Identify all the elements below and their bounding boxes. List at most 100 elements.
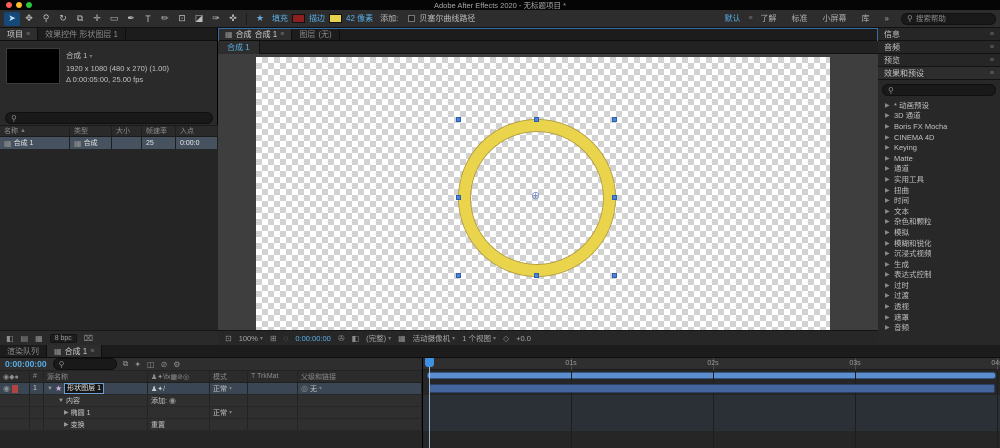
- zoom-control[interactable]: 100% ▾: [239, 334, 263, 343]
- camera-view-control[interactable]: 活动摄像机 ▾: [413, 333, 456, 344]
- effect-category[interactable]: ▶ Boris FX Mocha: [878, 121, 1000, 132]
- eraser-tool-icon[interactable]: ◪: [191, 12, 207, 26]
- workspace-tab-small-screen[interactable]: 小屏幕: [816, 13, 854, 24]
- tab-render-queue[interactable]: 渲染队列: [0, 345, 47, 357]
- property-row-transform[interactable]: ▶ 变换 重置: [0, 419, 422, 431]
- current-time-indicator-head[interactable]: [425, 358, 434, 367]
- project-search-input[interactable]: [19, 113, 207, 123]
- roi-icon[interactable]: ⊡: [225, 334, 232, 343]
- chevron-right-icon[interactable]: ▶: [885, 303, 891, 310]
- chevron-right-icon[interactable]: ▶: [64, 409, 69, 416]
- type-tool-icon[interactable]: T: [140, 12, 156, 26]
- mask-visibility-icon[interactable]: ◌: [284, 334, 289, 343]
- effect-category[interactable]: ▶ 杂色和颗粒: [878, 217, 1000, 228]
- chevron-right-icon[interactable]: ▶: [885, 144, 891, 151]
- hand-tool-icon[interactable]: ✥: [21, 12, 37, 26]
- tab-timeline-comp1[interactable]: ▦ 合成 1 ≡: [47, 345, 103, 357]
- chevron-right-icon[interactable]: ▶: [64, 421, 69, 428]
- effect-category[interactable]: ▶ 沉浸式视频: [878, 248, 1000, 259]
- panel-menu-icon[interactable]: ≡: [90, 348, 94, 355]
- layer-row-shape-layer-1[interactable]: ◉ 1 ▼ ★ 形状图层 1 ♟✦/ 正常 ▾ ◎ 无 ▾: [0, 383, 422, 395]
- chevron-right-icon[interactable]: ▶: [885, 176, 891, 183]
- transparency-checkerboard[interactable]: ⊕: [256, 57, 830, 330]
- fill-swatch[interactable]: [292, 14, 305, 23]
- zoom-window-button[interactable]: [26, 2, 32, 8]
- viewer-tab-comp1[interactable]: 合成 1: [218, 40, 260, 54]
- workspace-tab-libraries[interactable]: 库: [855, 13, 877, 24]
- trash-icon[interactable]: ⌧: [84, 334, 93, 343]
- tab-composition[interactable]: ▦ 合成 合成 1 ≡: [218, 28, 293, 40]
- add-shape-control[interactable]: 添加: ◉: [148, 395, 210, 406]
- chevron-right-icon[interactable]: ▶: [885, 314, 891, 321]
- ellipse-mode-dropdown[interactable]: 正常 ▾: [210, 407, 248, 418]
- chevron-down-icon[interactable]: ▼: [58, 398, 64, 404]
- chevron-right-icon[interactable]: ▶: [885, 165, 891, 172]
- chevron-right-icon[interactable]: ▶: [885, 282, 891, 289]
- effect-category[interactable]: ▶ * 动画预设: [878, 100, 1000, 111]
- chevron-right-icon[interactable]: ▶: [885, 229, 891, 236]
- effects-search-field[interactable]: ⚲: [882, 84, 996, 96]
- timeline-search-input[interactable]: [67, 359, 111, 369]
- chevron-right-icon[interactable]: ▶: [885, 250, 891, 257]
- chevron-right-icon[interactable]: ▶: [885, 261, 891, 268]
- effect-category[interactable]: ▶ 时间: [878, 195, 1000, 206]
- clone-stamp-tool-icon[interactable]: ⊡: [174, 12, 190, 26]
- effect-category[interactable]: ▶ 透视: [878, 301, 1000, 312]
- workspace-menu-icon[interactable]: ≡: [748, 15, 752, 22]
- panel-header-preview[interactable]: 预览 ≡: [878, 54, 1000, 67]
- selection-handle[interactable]: [612, 273, 617, 278]
- composition-viewer[interactable]: ⊕: [218, 54, 878, 330]
- workspace-tab-learn[interactable]: 了解: [754, 13, 784, 24]
- eye-icon[interactable]: ◉: [3, 384, 10, 393]
- selection-handle[interactable]: [612, 117, 617, 122]
- effect-category[interactable]: ▶ 实用工具: [878, 174, 1000, 185]
- panel-menu-icon[interactable]: ≡: [990, 70, 994, 77]
- graph-editor-icon[interactable]: ⚙: [173, 360, 180, 369]
- pixel-aspect-icon[interactable]: ◇: [503, 334, 509, 343]
- selection-tool-icon[interactable]: ➤: [4, 11, 20, 26]
- chevron-right-icon[interactable]: ▶: [885, 134, 891, 141]
- panel-menu-icon[interactable]: ≡: [990, 57, 994, 64]
- chevron-right-icon[interactable]: ▶: [885, 208, 891, 215]
- effect-category[interactable]: ▶ 扭曲: [878, 185, 1000, 196]
- effect-category[interactable]: ▶ 遮罩: [878, 312, 1000, 323]
- effect-category[interactable]: ▶ CINEMA 4D: [878, 132, 1000, 143]
- panel-menu-icon[interactable]: ≡: [990, 44, 994, 51]
- transparency-grid-icon[interactable]: ▦: [398, 334, 406, 343]
- pickwhip-icon[interactable]: ◎: [301, 384, 308, 393]
- viewer-timecode[interactable]: 0:00:00:00: [295, 334, 330, 343]
- pen-tool-icon[interactable]: ✒: [123, 12, 139, 26]
- bezier-path-checkbox[interactable]: [408, 15, 416, 22]
- interpret-footage-icon[interactable]: ◧: [6, 334, 14, 343]
- tab-layer-viewer[interactable]: 图层 (无): [292, 28, 340, 40]
- workspace-tab-default[interactable]: 默认: [717, 13, 747, 24]
- stroke-label[interactable]: 描边: [309, 13, 325, 24]
- chevron-right-icon[interactable]: ▶: [885, 292, 891, 299]
- transform-reset-button[interactable]: 重置: [148, 419, 210, 430]
- tab-project[interactable]: 项目 ≡: [0, 28, 39, 40]
- layer-trkmat-dropdown[interactable]: [248, 383, 298, 394]
- layer-mode-dropdown[interactable]: 正常 ▾: [210, 383, 248, 394]
- minimize-window-button[interactable]: [16, 2, 22, 8]
- property-row-ellipse-1[interactable]: ▶ 椭圆 1 正常 ▾: [0, 407, 422, 419]
- effect-category[interactable]: ▶ 通道: [878, 164, 1000, 175]
- layer-name-field[interactable]: 形状图层 1: [64, 383, 104, 394]
- puppet-tool-icon[interactable]: ✜: [225, 12, 241, 26]
- current-time-indicator-line[interactable]: [429, 367, 430, 448]
- panel-header-effects-presets[interactable]: 效果和预设 ≡: [878, 67, 1000, 80]
- effect-category[interactable]: ▶ Matte: [878, 153, 1000, 164]
- fill-label[interactable]: 填充: [272, 13, 288, 24]
- selection-handle[interactable]: [456, 195, 461, 200]
- new-composition-icon[interactable]: ▦: [35, 334, 43, 343]
- orbit-tool-icon[interactable]: ↻: [55, 12, 71, 26]
- panel-header-info[interactable]: 信息 ≡: [878, 28, 1000, 41]
- timeline-search-field[interactable]: ⚲: [52, 358, 117, 370]
- layer-parent-dropdown[interactable]: ◎ 无 ▾: [298, 383, 422, 394]
- chevron-right-icon[interactable]: ▶: [885, 271, 891, 278]
- shape-tool-icon[interactable]: ▭: [106, 12, 122, 26]
- workspace-tab-standard[interactable]: 标准: [785, 13, 815, 24]
- stroke-swatch[interactable]: [329, 14, 342, 23]
- add-bullet-icon[interactable]: ◉: [169, 396, 176, 405]
- help-search-field[interactable]: ⚲: [901, 12, 996, 25]
- brush-tool-icon[interactable]: ✏: [157, 12, 173, 26]
